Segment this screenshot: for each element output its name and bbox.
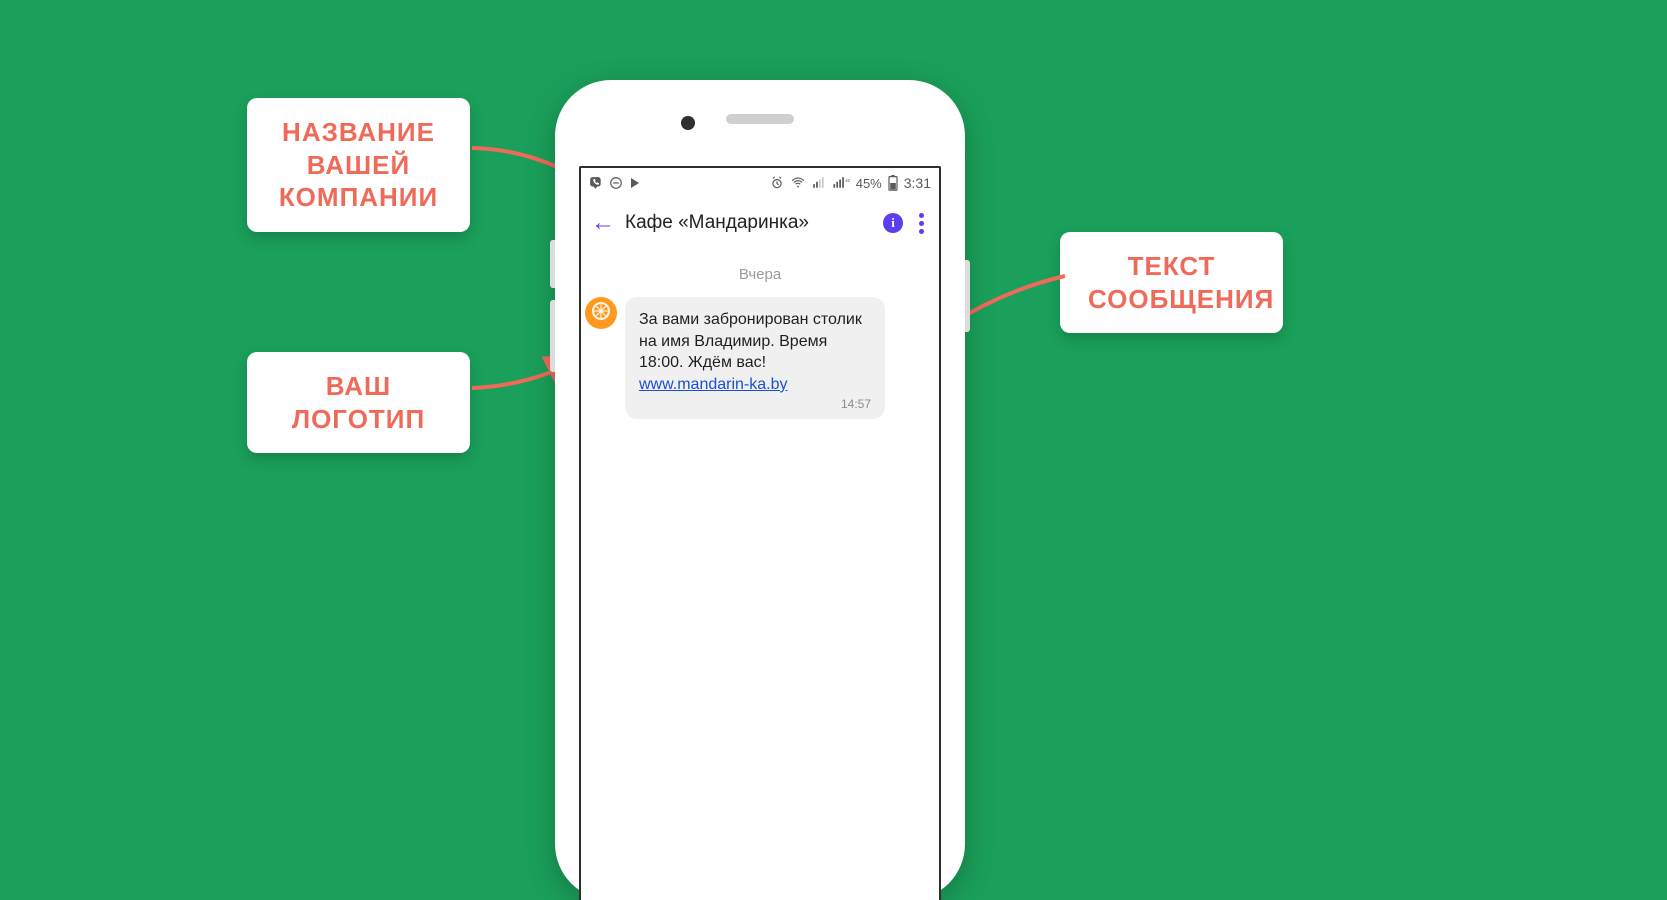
callout-message-text: ТЕКСТ СООБЩЕНИЯ — [1060, 232, 1283, 333]
sender-avatar[interactable] — [585, 297, 617, 329]
battery-icon — [888, 175, 898, 191]
viber-icon — [589, 176, 603, 190]
chat-area: Вчера За вами забронирован столик на имя… — [581, 248, 939, 429]
wifi-icon — [790, 176, 806, 190]
do-not-disturb-icon — [609, 176, 623, 190]
mandarin-logo-icon — [589, 299, 613, 328]
phone-speaker-slot — [726, 114, 794, 124]
callout-your-logo-text: ВАШ ЛОГОТИП — [292, 371, 425, 434]
callout-your-logo: ВАШ ЛОГОТИП — [247, 352, 470, 453]
chat-title: Кафе «Мандаринка» — [625, 212, 873, 234]
day-label: Вчера — [593, 266, 927, 283]
svg-text:4G: 4G — [845, 178, 850, 183]
play-store-icon — [629, 176, 641, 190]
signal-icon — [812, 176, 826, 190]
chat-header: ← Кафе «Мандаринка» i — [581, 198, 939, 248]
phone-camera-dot — [681, 116, 695, 130]
message-link[interactable]: www.mandarin-ka.by — [639, 376, 788, 393]
alarm-icon — [770, 176, 784, 190]
message-body: За вами забронирован столик на имя Влади… — [639, 309, 871, 395]
status-bar: 4G 45% 3:31 — [581, 168, 939, 198]
statusbar-time: 3:31 — [904, 175, 931, 191]
message-text: За вами забронирован столик на имя Влади… — [639, 311, 862, 371]
message-time: 14:57 — [639, 397, 871, 411]
phone-screen: 4G 45% 3:31 ← Кафе «Мандаринка» i Вчера — [579, 166, 941, 900]
callout-message-text-text: ТЕКСТ СООБЩЕНИЯ — [1088, 251, 1274, 314]
message-row: За вами забронирован столик на имя Влади… — [593, 297, 927, 419]
signal-4g-icon: 4G — [832, 176, 850, 190]
battery-percent: 45% — [856, 176, 882, 191]
callout-company-name: НАЗВАНИЕ ВАШЕЙ КОМПАНИИ — [247, 98, 470, 232]
back-button[interactable]: ← — [591, 209, 615, 237]
info-button[interactable]: i — [883, 213, 903, 233]
callout-company-name-text: НАЗВАНИЕ ВАШЕЙ КОМПАНИИ — [279, 117, 438, 212]
phone-side-button — [965, 260, 970, 332]
message-bubble: За вами забронирован столик на имя Влади… — [625, 297, 885, 419]
more-menu-button[interactable] — [913, 209, 929, 238]
phone-mockup: 4G 45% 3:31 ← Кафе «Мандаринка» i Вчера — [555, 80, 965, 900]
